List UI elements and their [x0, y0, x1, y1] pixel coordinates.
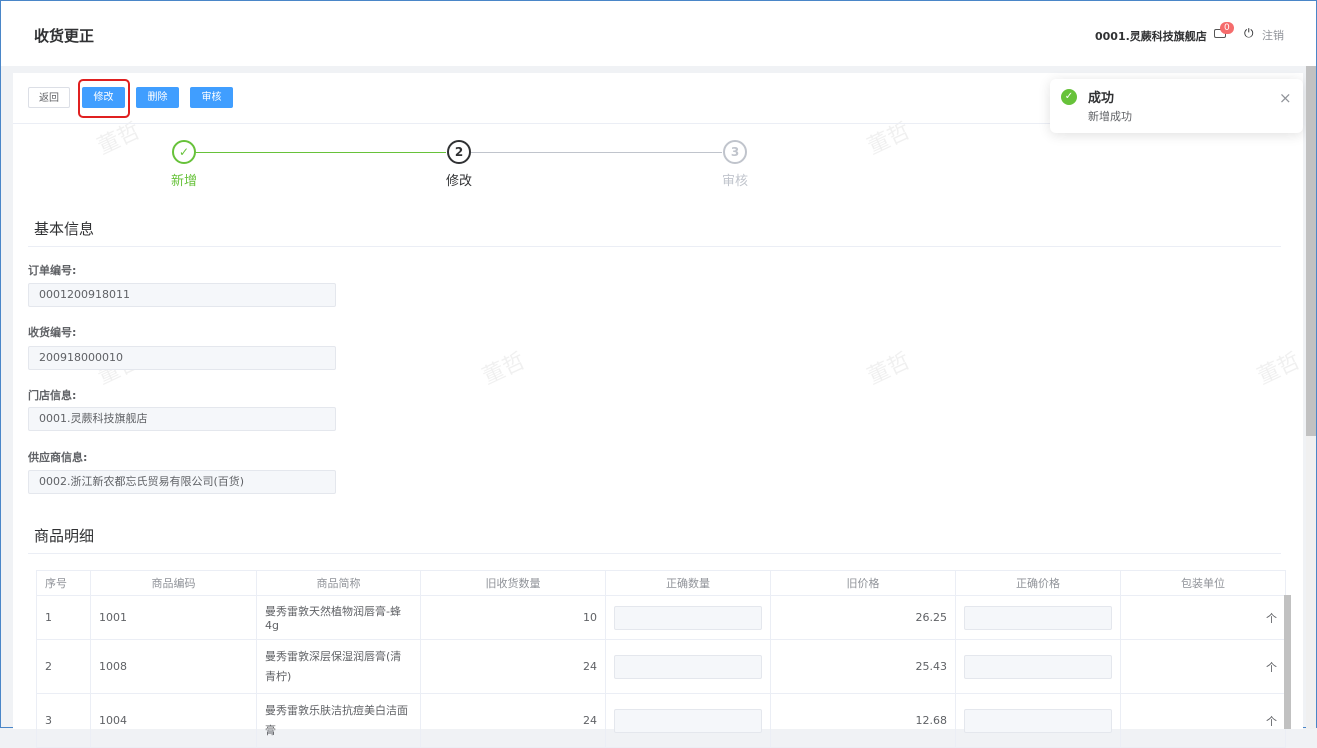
- receipt-number-label: 收货编号:: [28, 326, 77, 339]
- step-3-number: 3: [723, 140, 747, 164]
- highlight-box: [78, 79, 130, 118]
- table-row: 3 1004 曼秀雷敦乐肤洁抗痘美白洁面膏 24 12.68 个: [36, 693, 1286, 748]
- cell-old-qty: 10: [420, 595, 606, 640]
- cell-unit: 个: [1120, 693, 1286, 748]
- col-unit: 包装单位: [1120, 570, 1286, 596]
- section-title-basic: 基本信息: [34, 220, 95, 238]
- delete-button[interactable]: 删除: [136, 87, 179, 108]
- cell-old-qty: 24: [420, 693, 606, 748]
- cell-code: 1001: [90, 595, 257, 640]
- cell-code: 1008: [90, 639, 257, 694]
- col-correct-price: 正确价格: [955, 570, 1121, 596]
- step-1-check-icon: ✓: [172, 140, 196, 164]
- cell-unit: 个: [1120, 595, 1286, 640]
- top-header: 收货更正 0001.灵蕨科技旗舰店 0 ⏻ 注销: [1, 1, 1316, 66]
- table-row: 1 1001 曼秀雷敦天然植物润唇膏-蜂4g 10 26.25 个: [36, 595, 1286, 640]
- back-button[interactable]: 返回: [28, 87, 70, 108]
- col-old-price: 旧价格: [770, 570, 956, 596]
- page-title: 收货更正: [34, 27, 95, 45]
- power-icon[interactable]: ⏻: [1244, 26, 1254, 41]
- cell-old-qty: 24: [420, 639, 606, 694]
- col-correct-qty: 正确数量: [605, 570, 771, 596]
- step-2-number: 2: [447, 140, 471, 164]
- notification-message: 新增成功: [1088, 110, 1132, 123]
- receipt-number-field[interactable]: 200918000010: [28, 346, 336, 370]
- cell-code: 1004: [90, 693, 257, 748]
- cell-name: 曼秀雷敦乐肤洁抗痘美白洁面膏: [256, 693, 421, 748]
- cell-old-price: 26.25: [770, 595, 956, 640]
- cell-name: 曼秀雷敦深层保湿润唇膏(清青柠): [256, 639, 421, 694]
- close-icon[interactable]: ×: [1279, 89, 1292, 107]
- step-3-label: 审核: [722, 174, 749, 189]
- correct-qty-input[interactable]: [614, 605, 762, 630]
- col-code: 商品编码: [90, 570, 257, 596]
- cell-old-price: 12.68: [770, 693, 956, 748]
- store-info-label: 门店信息:: [28, 389, 77, 402]
- order-number-label: 订单编号:: [28, 264, 77, 277]
- step-2-label: 修改: [446, 174, 473, 189]
- correct-qty-input[interactable]: [614, 708, 762, 733]
- col-no: 序号: [36, 570, 91, 596]
- correct-price-input[interactable]: [964, 605, 1112, 630]
- supplier-info-label: 供应商信息:: [28, 451, 88, 464]
- correct-price-input[interactable]: [964, 654, 1112, 679]
- col-old-qty: 旧收货数量: [420, 570, 606, 596]
- cell-no: 1: [36, 595, 91, 640]
- success-notification: ✓ 成功 新增成功 ×: [1050, 79, 1303, 133]
- section-title-detail: 商品明细: [34, 527, 95, 545]
- table-scrollbar[interactable]: [1284, 595, 1291, 729]
- table-row: 2 1008 曼秀雷敦深层保湿润唇膏(清青柠) 24 25.43 个: [36, 639, 1286, 694]
- cell-no: 3: [36, 693, 91, 748]
- col-name: 商品简称: [256, 570, 421, 596]
- logout-link[interactable]: 注销: [1262, 27, 1284, 43]
- audit-button[interactable]: 审核: [190, 87, 233, 108]
- order-number-field[interactable]: 0001200918011: [28, 283, 336, 307]
- correct-price-input[interactable]: [964, 708, 1112, 733]
- notification-title: 成功: [1088, 91, 1115, 106]
- product-table: 序号 商品编码 商品简称 旧收货数量 正确数量 旧价格 正确价格 包装单位 1 …: [36, 570, 1286, 748]
- store-info-field[interactable]: 0001.灵蕨科技旗舰店: [28, 407, 336, 431]
- cell-unit: 个: [1120, 639, 1286, 694]
- cell-no: 2: [36, 639, 91, 694]
- cell-name: 曼秀雷敦天然植物润唇膏-蜂4g: [256, 595, 421, 640]
- step-connector: [471, 152, 722, 153]
- correct-qty-input[interactable]: [614, 654, 762, 679]
- step-1-label: 新增: [171, 174, 198, 189]
- success-check-icon: ✓: [1061, 89, 1077, 105]
- store-name: 0001.灵蕨科技旗舰店: [1095, 30, 1207, 43]
- page-scrollbar-thumb[interactable]: [1306, 66, 1316, 436]
- step-connector: [196, 152, 446, 153]
- cell-old-price: 25.43: [770, 639, 956, 694]
- supplier-info-field[interactable]: 0002.浙江新农都忘氏贸易有限公司(百货): [28, 470, 336, 494]
- notification-badge: 0: [1220, 22, 1234, 34]
- table-header-row: 序号 商品编码 商品简称 旧收货数量 正确数量 旧价格 正确价格 包装单位: [36, 570, 1286, 596]
